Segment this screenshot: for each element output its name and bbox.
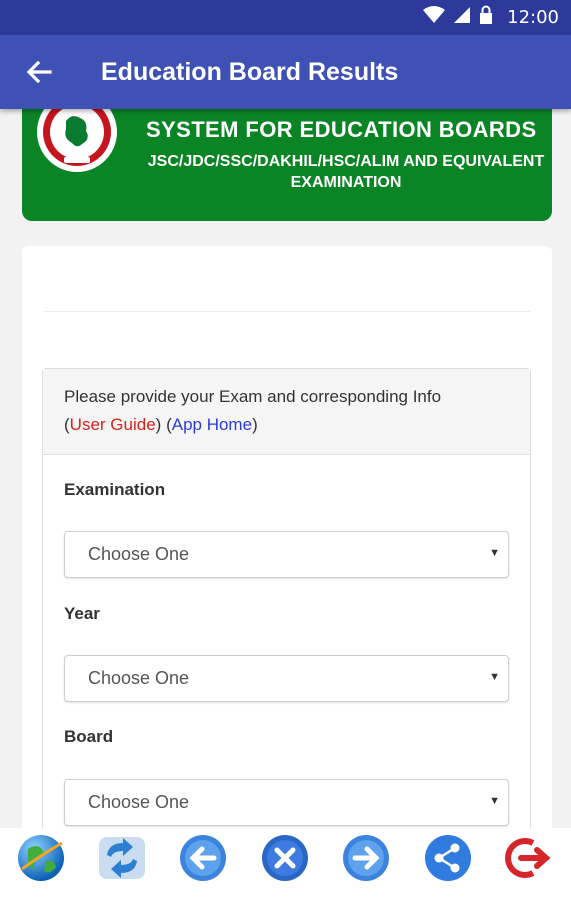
select-value: Choose One <box>88 792 190 812</box>
signal-icon <box>453 6 471 29</box>
select-value: Choose One <box>88 668 190 688</box>
app-home-link[interactable]: App Home <box>172 415 252 434</box>
status-bar: 12:00 <box>0 0 571 35</box>
wifi-icon <box>423 6 446 29</box>
arrow-left-icon <box>26 60 52 84</box>
board-label: Board <box>64 727 114 746</box>
caret-down-icon: ▼ <box>489 795 500 807</box>
exit-icon[interactable] <box>503 833 553 883</box>
app-bar: Education Board Results <box>0 35 571 109</box>
year-label: Year <box>64 604 100 623</box>
bottom-toolbar <box>0 828 571 900</box>
close-icon[interactable] <box>260 833 310 883</box>
select-value: Choose One <box>88 544 190 564</box>
instructions-text: Please provide your Exam and correspondi… <box>64 387 442 406</box>
page-title: Education Board Results <box>101 58 399 86</box>
back-button[interactable] <box>22 55 56 89</box>
back-arrow-icon[interactable] <box>178 833 228 883</box>
caret-down-icon: ▼ <box>489 671 500 683</box>
lock-icon <box>479 5 493 30</box>
forward-arrow-icon[interactable] <box>341 833 391 883</box>
result-card: Please provide your Exam and correspondi… <box>22 246 552 828</box>
government-emblem-icon <box>37 109 117 172</box>
examination-select[interactable]: Choose One ▼ <box>64 531 509 578</box>
user-guide-link[interactable]: User Guide <box>70 415 156 434</box>
year-select[interactable]: Choose One ▼ <box>64 655 509 702</box>
share-icon[interactable] <box>423 833 473 883</box>
web-content[interactable]: SYSTEM FOR EDUCATION BOARDS JSC/JDC/SSC/… <box>0 109 571 828</box>
paren-close: ) <box>155 415 162 434</box>
banner-subtitle: JSC/JDC/SSC/DAKHIL/HSC/ALIM AND EQUIVALE… <box>147 153 545 191</box>
header-banner: SYSTEM FOR EDUCATION BOARDS JSC/JDC/SSC/… <box>22 109 552 221</box>
form-instructions: Please provide your Exam and correspondi… <box>43 369 530 455</box>
board-select[interactable]: Choose One ▼ <box>64 779 509 826</box>
globe-icon[interactable] <box>16 833 66 883</box>
divider <box>44 311 530 312</box>
exam-form-panel: Please provide your Exam and correspondi… <box>42 368 531 828</box>
refresh-icon[interactable] <box>97 833 147 883</box>
paren-close: ) <box>252 415 258 434</box>
banner-title: SYSTEM FOR EDUCATION BOARDS <box>146 117 537 142</box>
examination-label: Examination <box>64 480 166 499</box>
status-time: 12:00 <box>507 7 559 28</box>
caret-down-icon: ▼ <box>489 547 500 559</box>
status-icons: 12:00 <box>423 0 559 35</box>
